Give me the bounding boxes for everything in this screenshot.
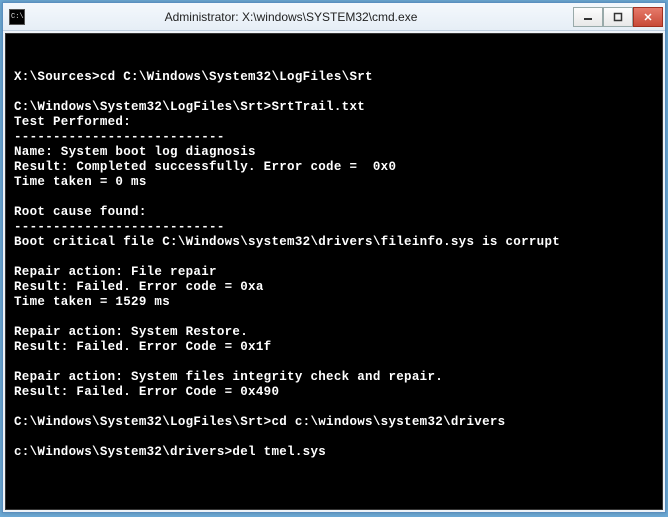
console-line: C:\Windows\System32\LogFiles\Srt>SrtTrai… [14, 100, 654, 115]
console-line: Result: Failed. Error Code = 0x1f [14, 340, 654, 355]
console-line: Result: Failed. Error Code = 0x490 [14, 385, 654, 400]
console-area[interactable]: X:\Sources>cd C:\Windows\System32\LogFil… [5, 33, 663, 510]
console-line: C:\Windows\System32\LogFiles\Srt>cd c:\w… [14, 415, 654, 430]
console-line: --------------------------- [14, 220, 654, 235]
console-line [14, 190, 654, 205]
console-line: Boot critical file C:\Windows\system32\d… [14, 235, 654, 250]
window-title: Administrator: X:\windows\SYSTEM32\cmd.e… [9, 10, 573, 24]
cmd-window: C:\ Administrator: X:\windows\SYSTEM32\c… [2, 2, 666, 513]
console-line [14, 400, 654, 415]
console-line: X:\Sources>cd C:\Windows\System32\LogFil… [14, 70, 654, 85]
console-line: Name: System boot log diagnosis [14, 145, 654, 160]
minimize-icon [583, 12, 593, 22]
console-line [14, 355, 654, 370]
console-line: Repair action: System Restore. [14, 325, 654, 340]
console-line [14, 310, 654, 325]
titlebar[interactable]: C:\ Administrator: X:\windows\SYSTEM32\c… [3, 3, 665, 31]
minimize-button[interactable] [573, 7, 603, 27]
console-line: Test Performed: [14, 115, 654, 130]
maximize-icon [613, 12, 623, 22]
console-line: Result: Completed successfully. Error co… [14, 160, 654, 175]
console-output: X:\Sources>cd C:\Windows\System32\LogFil… [14, 70, 654, 460]
console-line: Repair action: File repair [14, 265, 654, 280]
console-line: --------------------------- [14, 130, 654, 145]
window-controls [573, 7, 663, 27]
console-line: Time taken = 1529 ms [14, 295, 654, 310]
console-line [14, 250, 654, 265]
console-line: c:\Windows\System32\drivers>del tmel.sys [14, 445, 654, 460]
console-line [14, 85, 654, 100]
console-line: Time taken = 0 ms [14, 175, 654, 190]
close-button[interactable] [633, 7, 663, 27]
console-line: Repair action: System files integrity ch… [14, 370, 654, 385]
console-line: Result: Failed. Error code = 0xa [14, 280, 654, 295]
close-icon [643, 12, 653, 22]
maximize-button[interactable] [603, 7, 633, 27]
console-line: Root cause found: [14, 205, 654, 220]
cmd-icon: C:\ [9, 9, 25, 25]
console-line [14, 430, 654, 445]
